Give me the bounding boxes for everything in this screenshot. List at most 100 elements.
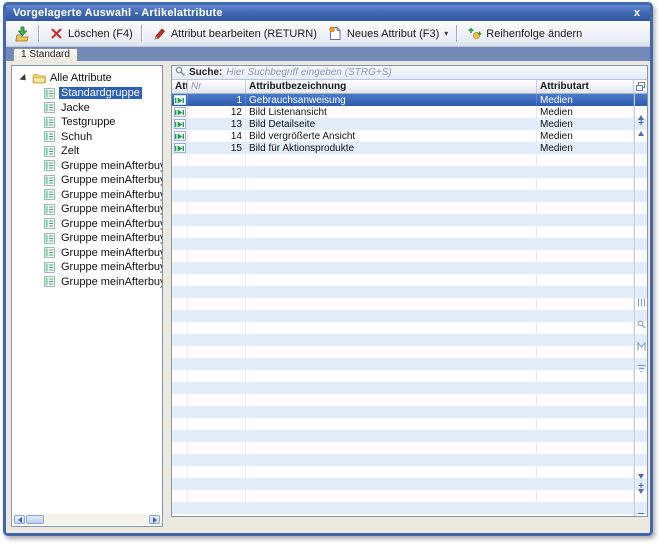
grid-filler-row — [172, 430, 647, 442]
grid-filler-row — [172, 454, 647, 466]
tree-item[interactable]: Zelt — [12, 144, 162, 159]
tree-item[interactable]: Gruppe meinAfterbuy ART00074 — [12, 173, 162, 188]
apply-button[interactable] — [9, 24, 35, 44]
grid-header-row: Att Nr Attributbezeichnung Attributart — [172, 80, 647, 94]
tree-item[interactable]: Gruppe meinAfterbuy ART00076 — [12, 202, 162, 217]
tab-strip: 1 Standard — [6, 47, 650, 61]
reorder-button-label: Reihenfolge ändern — [486, 28, 582, 40]
filter-icon[interactable] — [637, 360, 646, 378]
tree-item[interactable]: Gruppe meinAfterbuy ART00079 — [12, 231, 162, 246]
tree-item[interactable]: Gruppe meinAfterbuy ART00081 — [12, 260, 162, 275]
grid-cell-art: Medien — [537, 106, 634, 118]
grid-cell-name: Gebrauchsanweisung — [246, 94, 537, 106]
grid-filler-row — [172, 466, 647, 478]
tab-standard[interactable]: 1 Standard — [13, 48, 78, 61]
new-attribute-button[interactable]: Neues Attribut (F3) ▾ — [322, 24, 453, 44]
grid-body: 1 Gebrauchsanweisung Medien — [172, 94, 647, 516]
attribute-group-icon — [44, 276, 55, 287]
delete-x-icon — [48, 26, 64, 42]
delete-button[interactable]: Löschen (F4) — [43, 24, 138, 44]
close-icon[interactable]: x — [631, 7, 643, 19]
find-icon[interactable] — [637, 316, 646, 334]
nav-plus-top-icon[interactable]: + — [638, 120, 644, 127]
search-placeholder[interactable]: Hier Suchbegriff eingeben (STRG+S) — [226, 67, 391, 78]
tree-item[interactable]: Standardgruppe — [12, 86, 162, 101]
tree-item[interactable]: Gruppe meinAfterbuy ART00082 — [12, 275, 162, 290]
grid-cell-nr: 13 — [188, 118, 246, 130]
grid-filler-row — [172, 334, 647, 346]
attribute-group-icon — [44, 160, 55, 171]
columns-icon[interactable] — [637, 294, 646, 312]
toolbar-separator — [456, 25, 458, 42]
grid-row[interactable]: 15 Bild für Aktionsprodukte Medien — [172, 142, 647, 154]
tree-root-all-attributes[interactable]: Alle Attribute — [12, 70, 162, 86]
tree-horizontal-scrollbar[interactable] — [13, 514, 161, 525]
scroll-left-icon[interactable] — [14, 515, 25, 524]
attribute-group-icon — [44, 117, 55, 128]
tree-item-label: Gruppe meinAfterbuy ART00080 — [59, 247, 163, 259]
grid-filler-row — [172, 262, 647, 274]
grid-filler-row — [172, 490, 647, 502]
tree-expander-icon[interactable] — [19, 73, 28, 82]
column-header-attributart[interactable]: Attributart — [537, 80, 634, 93]
grid-nav-strip: + — [634, 94, 647, 516]
column-header-att[interactable]: Att — [172, 80, 188, 93]
scroll-right-icon[interactable] — [149, 515, 160, 524]
import-icon — [14, 26, 30, 42]
tree-item-label: Jacke — [59, 102, 92, 114]
grid-row[interactable]: 12 Bild Listenansicht Medien — [172, 106, 647, 118]
tree-item-label: Gruppe meinAfterbuy ART00078 — [59, 218, 163, 230]
scroll-down-icon[interactable] — [638, 474, 644, 479]
window-title: Vorgelagerte Auswahl - Artikelattribute — [13, 7, 631, 19]
grid-row[interactable]: 14 Bild vergrößerte Ansicht Medien — [172, 130, 647, 142]
tree-item[interactable]: Jacke — [12, 101, 162, 116]
grid-cell-nr: 1 — [188, 94, 246, 106]
summary-icon[interactable] — [637, 338, 646, 356]
attribute-group-icon — [44, 146, 55, 157]
column-header-attributbezeichnung[interactable]: Attributbezeichnung — [246, 80, 537, 93]
scroll-to-top-icon[interactable] — [638, 96, 644, 116]
chevron-down-icon[interactable]: ▾ — [444, 29, 448, 38]
tree-item[interactable]: Gruppe meinAfterbuy ART00080 — [12, 246, 162, 261]
column-header-nr[interactable]: Nr — [188, 80, 246, 93]
tree-item[interactable]: Gruppe meinAfterbuy ART00073 — [12, 159, 162, 174]
attribute-group-icon — [44, 247, 55, 258]
grid-cell-name: Bild für Aktionsprodukte — [246, 142, 537, 154]
tree-item[interactable]: Gruppe meinAfterbuy ART00075 — [12, 188, 162, 203]
grid-cell-name: Bild Detailseite — [246, 118, 537, 130]
scroll-to-bottom-icon[interactable] — [638, 494, 644, 514]
tree-item-label: Zelt — [59, 145, 81, 157]
grid-row[interactable]: 1 Gebrauchsanweisung Medien — [172, 94, 647, 106]
new-page-icon — [327, 26, 343, 42]
scrollbar-thumb[interactable] — [26, 515, 44, 524]
folder-icon — [32, 73, 46, 84]
grid-search-bar[interactable]: Suche: Hier Suchbegriff eingeben (STRG+S… — [172, 66, 647, 80]
tree-item[interactable]: Gruppe meinAfterbuy ART00078 — [12, 217, 162, 232]
search-icon — [175, 66, 185, 79]
edit-attribute-button[interactable]: Attribut bearbeiten (RETURN) — [146, 24, 322, 44]
grid-rows: 1 Gebrauchsanweisung Medien — [172, 94, 647, 514]
grid-cell-art: Medien — [537, 142, 634, 154]
reorder-button[interactable]: Reihenfolge ändern — [461, 24, 587, 44]
attribute-group-icon — [44, 175, 55, 186]
tree-item[interactable]: Testgruppe — [12, 115, 162, 130]
grid-filler-row — [172, 250, 647, 262]
grid-filler-row — [172, 346, 647, 358]
content-area: Alle Attribute Standardgrup — [6, 61, 650, 533]
grid-filler-row — [172, 286, 647, 298]
grid-cell-att — [172, 142, 188, 154]
grid-filler-row — [172, 394, 647, 406]
column-chooser-icon[interactable] — [634, 80, 647, 93]
grid-filler-row — [172, 154, 647, 166]
tree-item[interactable]: Schuh — [12, 130, 162, 145]
attribute-group-icon — [44, 189, 55, 200]
grid-cell-nr: 15 — [188, 142, 246, 154]
scroll-up-icon[interactable] — [638, 131, 644, 136]
grid-filler-row — [172, 442, 647, 454]
tree-item-label: Gruppe meinAfterbuy ART00073 — [59, 160, 163, 172]
grid-filler-row — [172, 370, 647, 382]
grid-row[interactable]: 13 Bild Detailseite Medien — [172, 118, 647, 130]
grid-cell-art: Medien — [537, 94, 634, 106]
grid-filler-row — [172, 238, 647, 250]
grid-nav-bottom-group: + — [638, 474, 644, 516]
